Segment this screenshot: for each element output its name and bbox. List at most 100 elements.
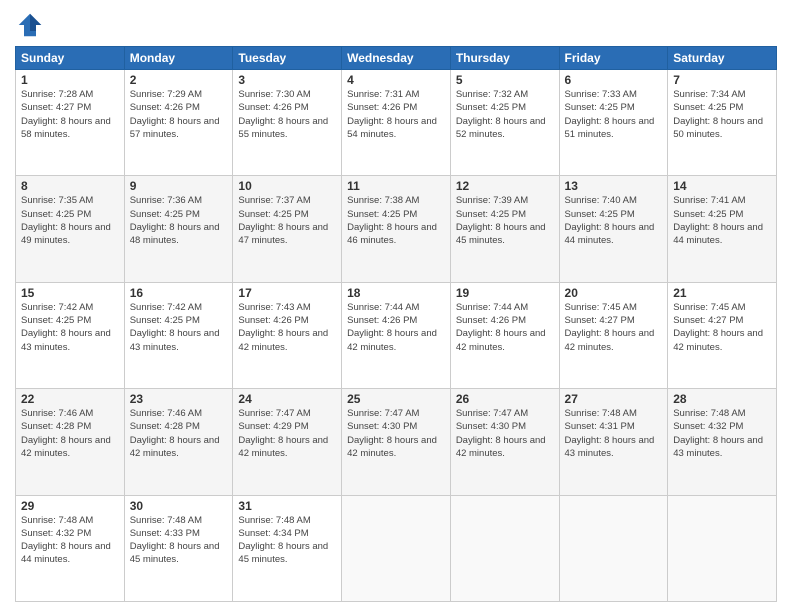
day-info: Sunrise: 7:45 AMSunset: 4:27 PMDaylight:… (673, 302, 763, 353)
calendar-cell: 10 Sunrise: 7:37 AMSunset: 4:25 PMDaylig… (233, 176, 342, 282)
day-number: 29 (21, 499, 119, 513)
day-number: 18 (347, 286, 445, 300)
day-number: 14 (673, 179, 771, 193)
day-info: Sunrise: 7:28 AMSunset: 4:27 PMDaylight:… (21, 89, 111, 140)
calendar-cell: 31 Sunrise: 7:48 AMSunset: 4:34 PMDaylig… (233, 495, 342, 601)
calendar-cell: 9 Sunrise: 7:36 AMSunset: 4:25 PMDayligh… (124, 176, 233, 282)
calendar-header-row: SundayMondayTuesdayWednesdayThursdayFrid… (16, 47, 777, 70)
day-number: 19 (456, 286, 554, 300)
day-info: Sunrise: 7:48 AMSunset: 4:32 PMDaylight:… (21, 515, 111, 566)
day-number: 31 (238, 499, 336, 513)
day-number: 6 (565, 73, 663, 87)
day-number: 3 (238, 73, 336, 87)
calendar-cell (668, 495, 777, 601)
day-number: 2 (130, 73, 228, 87)
calendar-header-thursday: Thursday (450, 47, 559, 70)
calendar-header-saturday: Saturday (668, 47, 777, 70)
calendar-cell: 19 Sunrise: 7:44 AMSunset: 4:26 PMDaylig… (450, 282, 559, 388)
day-number: 7 (673, 73, 771, 87)
calendar-cell: 13 Sunrise: 7:40 AMSunset: 4:25 PMDaylig… (559, 176, 668, 282)
calendar-header-wednesday: Wednesday (342, 47, 451, 70)
day-number: 25 (347, 392, 445, 406)
day-info: Sunrise: 7:36 AMSunset: 4:25 PMDaylight:… (130, 195, 220, 246)
header (15, 10, 777, 40)
day-info: Sunrise: 7:46 AMSunset: 4:28 PMDaylight:… (21, 408, 111, 459)
day-number: 17 (238, 286, 336, 300)
calendar-header-tuesday: Tuesday (233, 47, 342, 70)
calendar-header-friday: Friday (559, 47, 668, 70)
calendar-cell: 25 Sunrise: 7:47 AMSunset: 4:30 PMDaylig… (342, 389, 451, 495)
calendar-cell: 11 Sunrise: 7:38 AMSunset: 4:25 PMDaylig… (342, 176, 451, 282)
calendar-cell: 8 Sunrise: 7:35 AMSunset: 4:25 PMDayligh… (16, 176, 125, 282)
calendar-cell: 16 Sunrise: 7:42 AMSunset: 4:25 PMDaylig… (124, 282, 233, 388)
calendar-cell: 5 Sunrise: 7:32 AMSunset: 4:25 PMDayligh… (450, 70, 559, 176)
day-info: Sunrise: 7:48 AMSunset: 4:31 PMDaylight:… (565, 408, 655, 459)
day-info: Sunrise: 7:44 AMSunset: 4:26 PMDaylight:… (347, 302, 437, 353)
day-number: 20 (565, 286, 663, 300)
calendar-row: 8 Sunrise: 7:35 AMSunset: 4:25 PMDayligh… (16, 176, 777, 282)
day-number: 5 (456, 73, 554, 87)
day-number: 9 (130, 179, 228, 193)
day-number: 28 (673, 392, 771, 406)
calendar-cell: 15 Sunrise: 7:42 AMSunset: 4:25 PMDaylig… (16, 282, 125, 388)
calendar-row: 22 Sunrise: 7:46 AMSunset: 4:28 PMDaylig… (16, 389, 777, 495)
day-info: Sunrise: 7:47 AMSunset: 4:29 PMDaylight:… (238, 408, 328, 459)
calendar-cell: 14 Sunrise: 7:41 AMSunset: 4:25 PMDaylig… (668, 176, 777, 282)
day-number: 15 (21, 286, 119, 300)
day-info: Sunrise: 7:42 AMSunset: 4:25 PMDaylight:… (21, 302, 111, 353)
day-info: Sunrise: 7:32 AMSunset: 4:25 PMDaylight:… (456, 89, 546, 140)
day-info: Sunrise: 7:48 AMSunset: 4:33 PMDaylight:… (130, 515, 220, 566)
day-info: Sunrise: 7:43 AMSunset: 4:26 PMDaylight:… (238, 302, 328, 353)
day-number: 4 (347, 73, 445, 87)
day-info: Sunrise: 7:30 AMSunset: 4:26 PMDaylight:… (238, 89, 328, 140)
calendar-cell: 4 Sunrise: 7:31 AMSunset: 4:26 PMDayligh… (342, 70, 451, 176)
calendar-cell: 2 Sunrise: 7:29 AMSunset: 4:26 PMDayligh… (124, 70, 233, 176)
day-number: 24 (238, 392, 336, 406)
day-number: 22 (21, 392, 119, 406)
calendar-table: SundayMondayTuesdayWednesdayThursdayFrid… (15, 46, 777, 602)
calendar-cell (450, 495, 559, 601)
day-info: Sunrise: 7:38 AMSunset: 4:25 PMDaylight:… (347, 195, 437, 246)
day-number: 30 (130, 499, 228, 513)
calendar-header-sunday: Sunday (16, 47, 125, 70)
calendar-cell (342, 495, 451, 601)
logo-icon (15, 10, 45, 40)
calendar-cell: 24 Sunrise: 7:47 AMSunset: 4:29 PMDaylig… (233, 389, 342, 495)
day-info: Sunrise: 7:48 AMSunset: 4:32 PMDaylight:… (673, 408, 763, 459)
calendar-cell: 12 Sunrise: 7:39 AMSunset: 4:25 PMDaylig… (450, 176, 559, 282)
day-info: Sunrise: 7:34 AMSunset: 4:25 PMDaylight:… (673, 89, 763, 140)
page: SundayMondayTuesdayWednesdayThursdayFrid… (0, 0, 792, 612)
day-number: 11 (347, 179, 445, 193)
calendar-cell: 28 Sunrise: 7:48 AMSunset: 4:32 PMDaylig… (668, 389, 777, 495)
day-number: 12 (456, 179, 554, 193)
calendar-cell: 26 Sunrise: 7:47 AMSunset: 4:30 PMDaylig… (450, 389, 559, 495)
calendar-cell: 22 Sunrise: 7:46 AMSunset: 4:28 PMDaylig… (16, 389, 125, 495)
calendar-row: 29 Sunrise: 7:48 AMSunset: 4:32 PMDaylig… (16, 495, 777, 601)
day-info: Sunrise: 7:46 AMSunset: 4:28 PMDaylight:… (130, 408, 220, 459)
day-info: Sunrise: 7:35 AMSunset: 4:25 PMDaylight:… (21, 195, 111, 246)
day-info: Sunrise: 7:31 AMSunset: 4:26 PMDaylight:… (347, 89, 437, 140)
day-info: Sunrise: 7:33 AMSunset: 4:25 PMDaylight:… (565, 89, 655, 140)
day-info: Sunrise: 7:47 AMSunset: 4:30 PMDaylight:… (347, 408, 437, 459)
day-number: 26 (456, 392, 554, 406)
day-info: Sunrise: 7:37 AMSunset: 4:25 PMDaylight:… (238, 195, 328, 246)
calendar-cell: 30 Sunrise: 7:48 AMSunset: 4:33 PMDaylig… (124, 495, 233, 601)
day-number: 21 (673, 286, 771, 300)
calendar-cell: 29 Sunrise: 7:48 AMSunset: 4:32 PMDaylig… (16, 495, 125, 601)
day-number: 8 (21, 179, 119, 193)
calendar-cell: 21 Sunrise: 7:45 AMSunset: 4:27 PMDaylig… (668, 282, 777, 388)
calendar-header-monday: Monday (124, 47, 233, 70)
day-number: 13 (565, 179, 663, 193)
day-info: Sunrise: 7:41 AMSunset: 4:25 PMDaylight:… (673, 195, 763, 246)
day-number: 23 (130, 392, 228, 406)
day-info: Sunrise: 7:44 AMSunset: 4:26 PMDaylight:… (456, 302, 546, 353)
calendar-cell (559, 495, 668, 601)
calendar-cell: 7 Sunrise: 7:34 AMSunset: 4:25 PMDayligh… (668, 70, 777, 176)
calendar-cell: 3 Sunrise: 7:30 AMSunset: 4:26 PMDayligh… (233, 70, 342, 176)
calendar-cell: 17 Sunrise: 7:43 AMSunset: 4:26 PMDaylig… (233, 282, 342, 388)
day-info: Sunrise: 7:45 AMSunset: 4:27 PMDaylight:… (565, 302, 655, 353)
day-info: Sunrise: 7:47 AMSunset: 4:30 PMDaylight:… (456, 408, 546, 459)
calendar-cell: 20 Sunrise: 7:45 AMSunset: 4:27 PMDaylig… (559, 282, 668, 388)
calendar-cell: 27 Sunrise: 7:48 AMSunset: 4:31 PMDaylig… (559, 389, 668, 495)
day-info: Sunrise: 7:39 AMSunset: 4:25 PMDaylight:… (456, 195, 546, 246)
